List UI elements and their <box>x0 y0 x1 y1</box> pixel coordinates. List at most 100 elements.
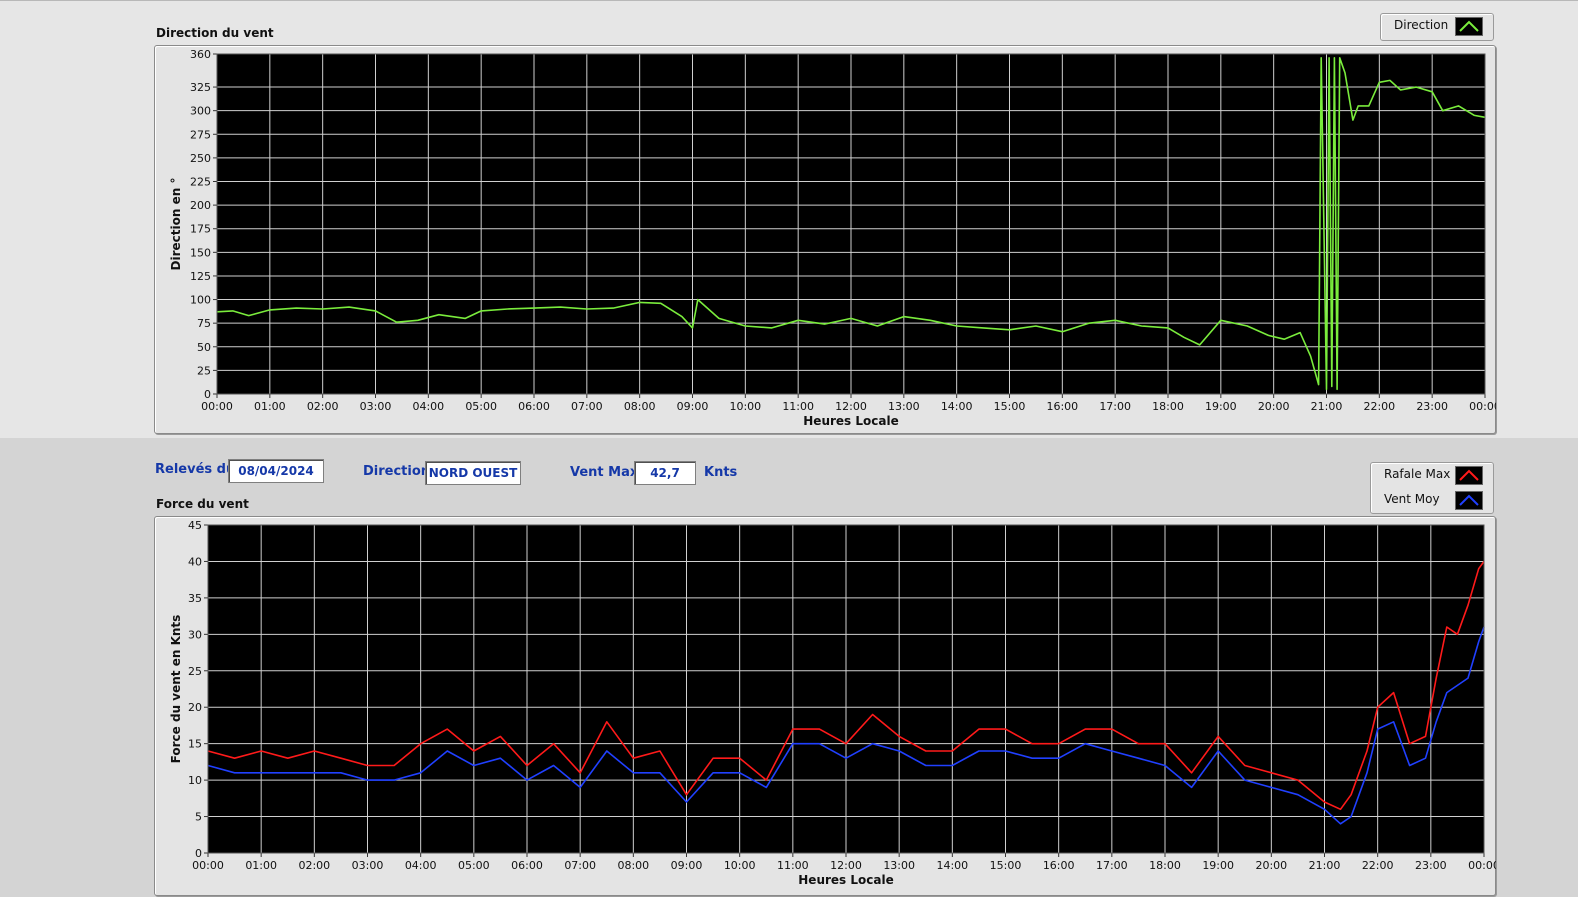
x-tick-label: 00:00 <box>1469 400 1496 413</box>
x-tick-label: 00:00 <box>1468 859 1496 872</box>
y-tick-label: 75 <box>197 317 211 330</box>
y-tick-label: 275 <box>190 128 211 141</box>
x-axis-label: Heures Locale <box>798 873 893 887</box>
x-tick-label: 23:00 <box>1416 400 1448 413</box>
x-tick-label: 07:00 <box>564 859 596 872</box>
x-tick-label: 09:00 <box>671 859 703 872</box>
x-tick-label: 16:00 <box>1046 400 1078 413</box>
direction-field[interactable]: NORD OUEST <box>425 461 521 485</box>
x-tick-label: 11:00 <box>777 859 809 872</box>
legend-item-direction[interactable]: Direction <box>1381 14 1493 38</box>
max-wind-label: Vent Max <box>570 465 639 480</box>
y-tick-label: 10 <box>188 774 202 787</box>
x-tick-label: 07:00 <box>571 400 603 413</box>
legend-item-mean[interactable]: Vent Moy <box>1371 488 1493 512</box>
x-tick-label: 13:00 <box>883 859 915 872</box>
x-tick-label: 23:00 <box>1415 859 1447 872</box>
y-tick-label: 100 <box>190 294 211 307</box>
legend-swatch-direction <box>1455 17 1483 36</box>
legend-swatch-mean <box>1455 491 1483 510</box>
x-tick-label: 17:00 <box>1099 400 1131 413</box>
y-tick-label: 15 <box>188 738 202 751</box>
y-tick-label: 45 <box>188 519 202 532</box>
y-tick-label: 30 <box>188 628 202 641</box>
y-tick-label: 40 <box>188 555 202 568</box>
x-tick-label: 01:00 <box>254 400 286 413</box>
x-tick-label: 21:00 <box>1311 400 1343 413</box>
x-tick-label: 08:00 <box>624 400 656 413</box>
y-tick-label: 0 <box>195 847 202 860</box>
x-tick-label: 06:00 <box>518 400 550 413</box>
y-tick-label: 0 <box>204 388 211 401</box>
x-tick-label: 00:00 <box>201 400 233 413</box>
legend-label: Direction <box>1394 18 1449 32</box>
y-tick-label: 200 <box>190 199 211 212</box>
x-tick-label: 04:00 <box>405 859 437 872</box>
x-tick-label: 13:00 <box>888 400 920 413</box>
y-tick-label: 225 <box>190 176 211 189</box>
x-tick-label: 09:00 <box>677 400 709 413</box>
max-wind-unit: Knts <box>704 465 738 480</box>
x-tick-label: 15:00 <box>990 859 1022 872</box>
x-tick-label: 10:00 <box>729 400 761 413</box>
x-tick-label: 19:00 <box>1205 400 1237 413</box>
x-tick-label: 00:00 <box>192 859 224 872</box>
date-label: Relevés du <box>155 462 236 477</box>
date-field[interactable]: 08/04/2024 <box>228 459 324 483</box>
x-tick-label: 14:00 <box>941 400 973 413</box>
y-tick-label: 5 <box>195 811 202 824</box>
x-tick-label: 08:00 <box>617 859 649 872</box>
x-tick-label: 20:00 <box>1255 859 1287 872</box>
y-tick-label: 25 <box>197 364 211 377</box>
x-tick-label: 16:00 <box>1043 859 1075 872</box>
x-tick-label: 21:00 <box>1309 859 1341 872</box>
x-tick-label: 05:00 <box>465 400 497 413</box>
x-tick-label: 20:00 <box>1258 400 1290 413</box>
legend-swatch-gust <box>1455 466 1483 485</box>
y-tick-label: 125 <box>190 270 211 283</box>
x-tick-label: 06:00 <box>511 859 543 872</box>
x-tick-label: 10:00 <box>724 859 756 872</box>
x-tick-label: 02:00 <box>298 859 330 872</box>
direction-label: Direction <box>363 464 431 479</box>
x-tick-label: 17:00 <box>1096 859 1128 872</box>
legend-item-gust[interactable]: Rafale Max <box>1371 463 1493 487</box>
x-tick-label: 14:00 <box>936 859 968 872</box>
y-axis-label: Direction en ° <box>169 178 183 271</box>
legend-label: Vent Moy <box>1384 492 1440 506</box>
y-tick-label: 300 <box>190 105 211 118</box>
x-tick-label: 18:00 <box>1152 400 1184 413</box>
x-tick-label: 18:00 <box>1149 859 1181 872</box>
legend-label: Rafale Max <box>1384 467 1451 481</box>
y-tick-label: 360 <box>190 48 211 61</box>
x-tick-label: 12:00 <box>830 859 862 872</box>
force-chart: 00:00 01:00 02:00 03:00 04:00 05:00 06:00 07:00… <box>169 519 1496 887</box>
x-tick-label: 11:00 <box>782 400 814 413</box>
y-tick-label: 325 <box>190 81 211 94</box>
x-tick-label: 15:00 <box>994 400 1026 413</box>
x-tick-label: 02:00 <box>307 400 339 413</box>
direction-chart: 00:00 01:00 02:00 03:00 04:00 05:00 06:00 07:00… <box>169 48 1496 428</box>
y-tick-label: 25 <box>188 665 202 678</box>
y-tick-label: 50 <box>197 341 211 354</box>
x-tick-label: 22:00 <box>1362 859 1394 872</box>
x-tick-label: 03:00 <box>352 859 384 872</box>
max-wind-field[interactable]: 42,7 <box>634 461 696 485</box>
y-tick-label: 150 <box>190 246 211 259</box>
x-tick-label: 22:00 <box>1363 400 1395 413</box>
y-tick-label: 250 <box>190 152 211 165</box>
y-tick-label: 175 <box>190 223 211 236</box>
y-axis-label: Force du vent en Knts <box>169 615 183 764</box>
x-tick-label: 19:00 <box>1202 859 1234 872</box>
x-tick-label: 01:00 <box>245 859 277 872</box>
y-tick-label: 35 <box>188 592 202 605</box>
x-axis-label: Heures Locale <box>803 414 898 428</box>
x-tick-label: 04:00 <box>412 400 444 413</box>
force-chart-title: Force du vent <box>156 497 249 511</box>
direction-chart-title: Direction du vent <box>156 26 274 40</box>
direction-legend: Direction <box>1380 13 1494 41</box>
x-tick-label: 03:00 <box>360 400 392 413</box>
x-tick-label: 05:00 <box>458 859 490 872</box>
x-tick-label: 12:00 <box>835 400 867 413</box>
force-legend: Rafale Max Vent Moy <box>1370 462 1494 514</box>
